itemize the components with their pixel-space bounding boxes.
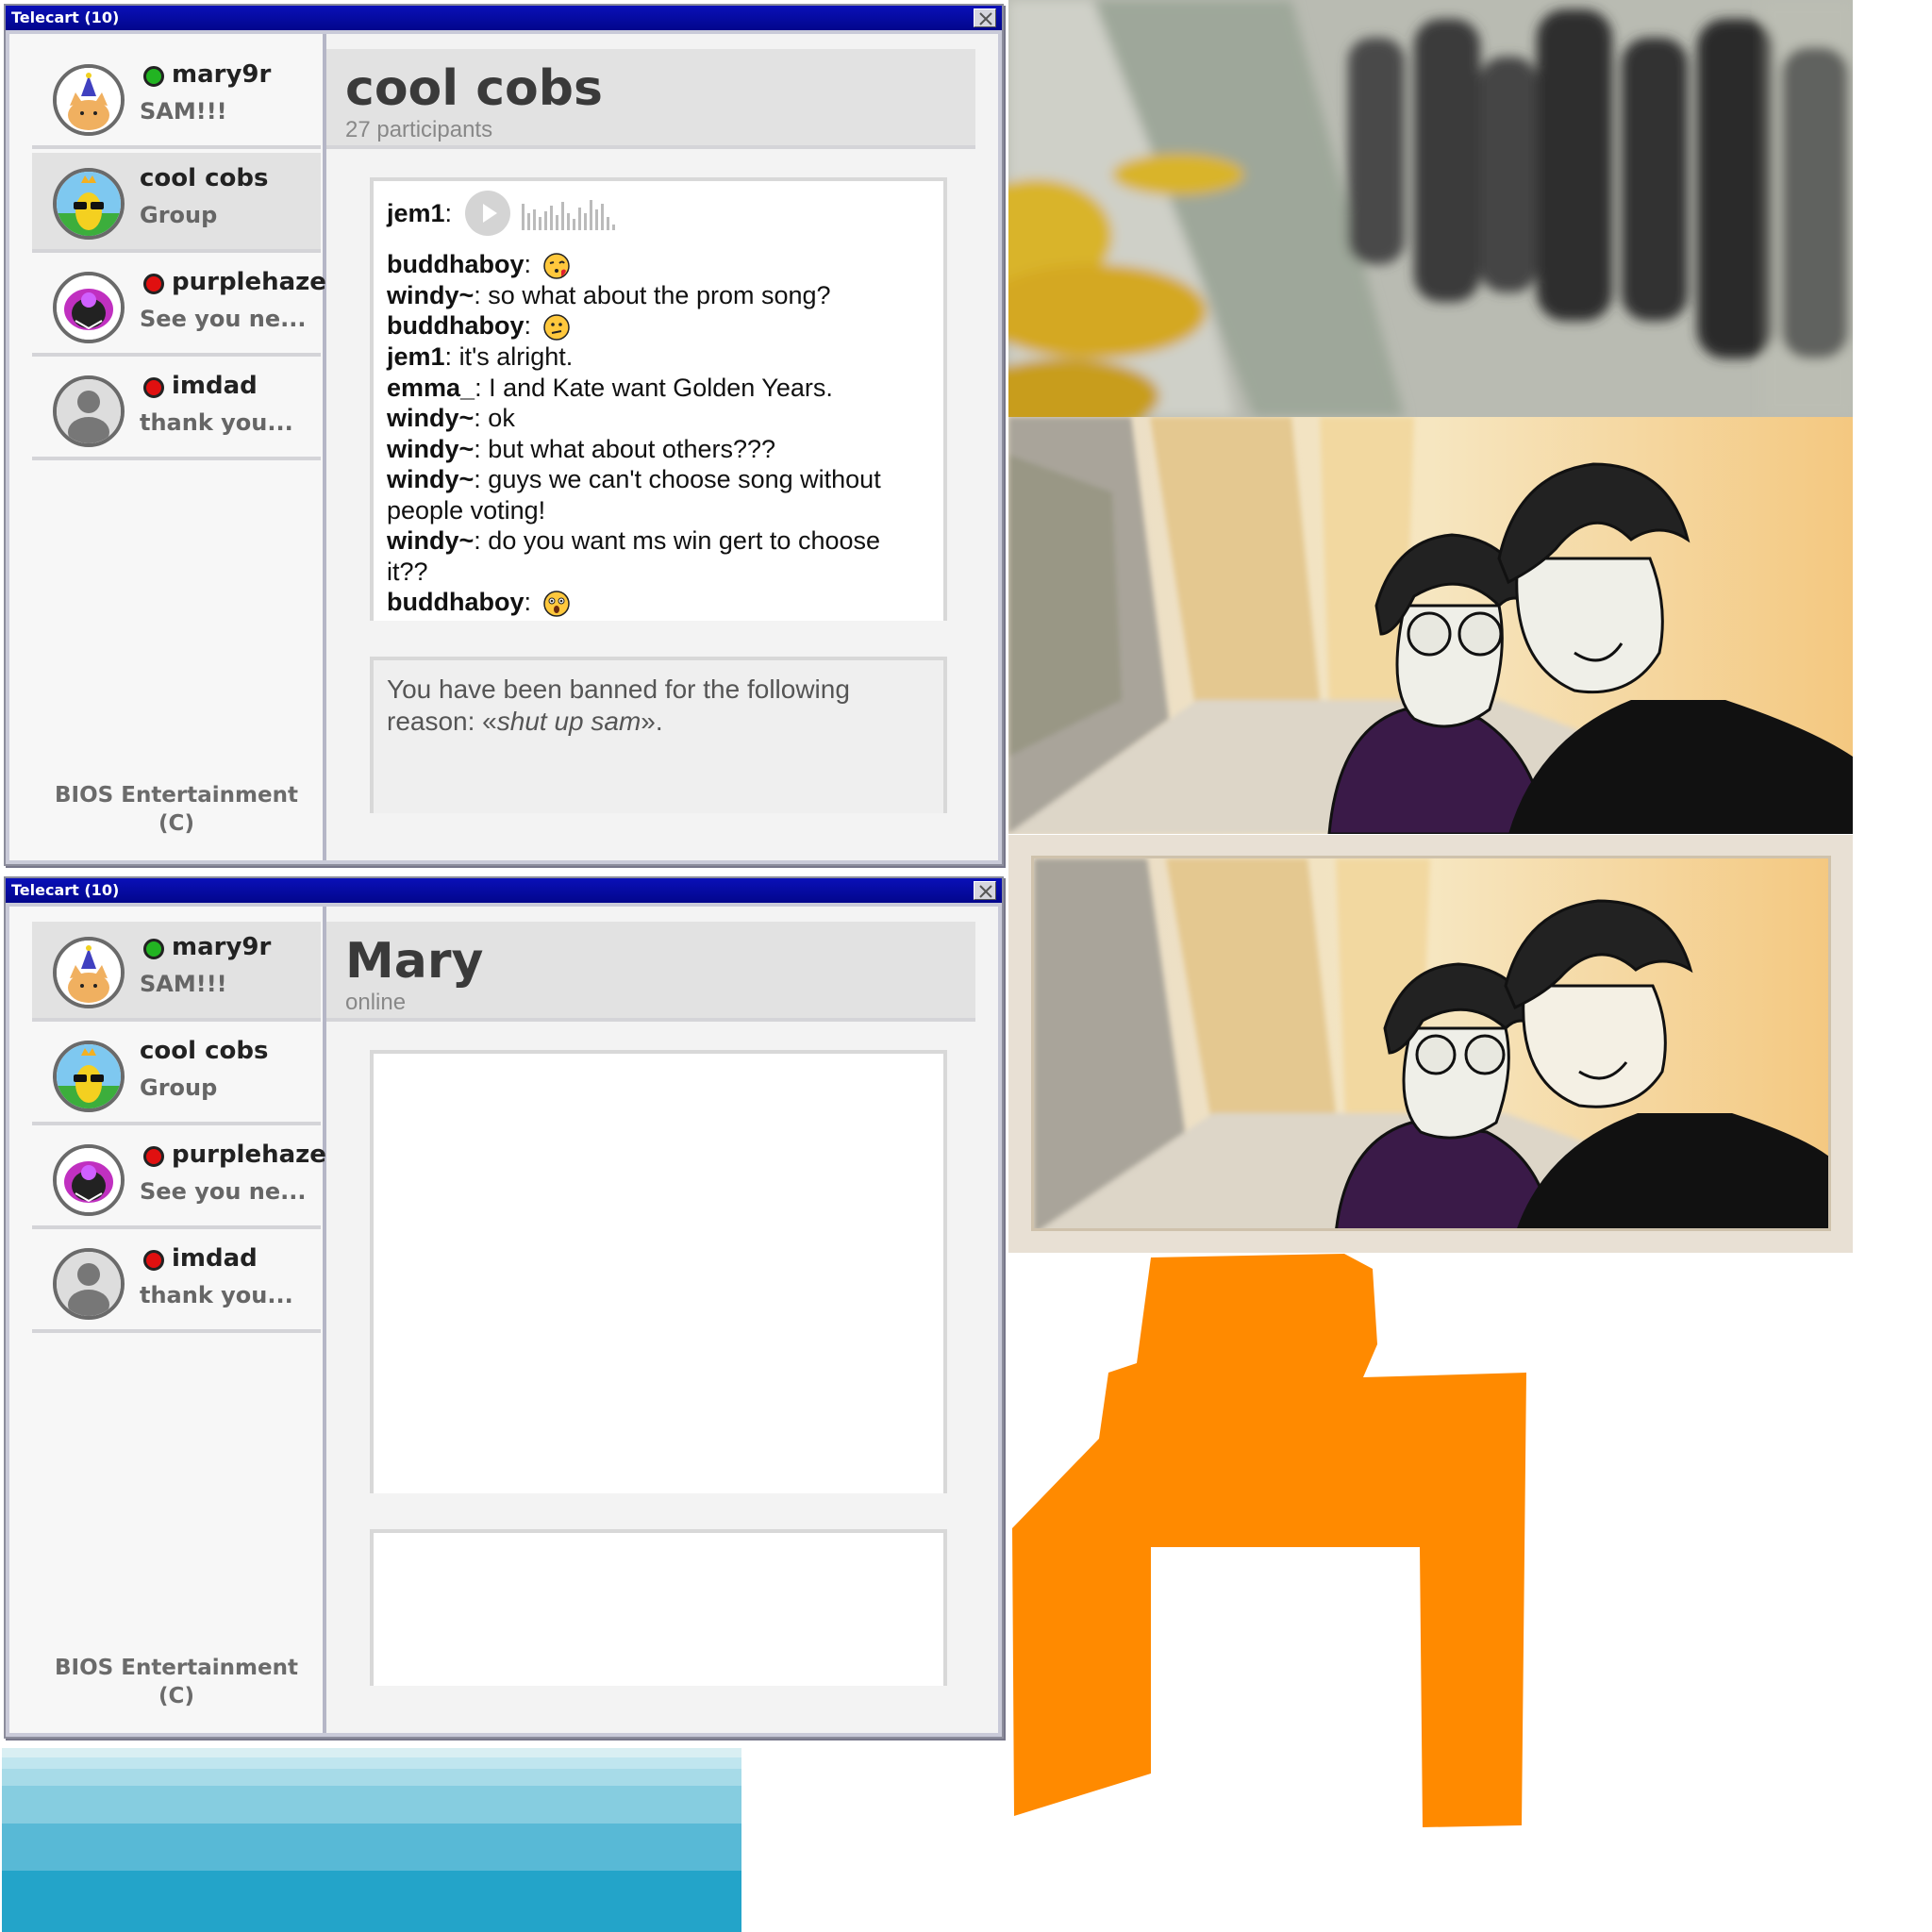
message: buddhaboy:: [387, 587, 924, 618]
couple-street-illustration: [1008, 417, 1853, 834]
window-title[interactable]: Telecart (10): [6, 6, 1002, 30]
contact-preview: See you ne...: [140, 1178, 307, 1205]
message: windy~: but what about others???: [387, 434, 776, 463]
chat-pane: Mary online: [326, 907, 998, 1733]
contact-preview: Group: [140, 1074, 218, 1101]
busy-status-icon: [143, 274, 164, 294]
contact-purplehaze[interactable]: purplehaze See you ne...: [32, 257, 326, 357]
contact-sidebar: mary9r SAM!!! cool cobs Group purplehaze…: [9, 907, 326, 1733]
close-button[interactable]: [974, 881, 996, 900]
footer-credit: BIOS Entertainment (C): [55, 783, 298, 836]
fox-party-hat-avatar: [53, 64, 125, 136]
message: windy~: do you want ms win gert to choos…: [387, 526, 881, 586]
close-button[interactable]: [974, 8, 996, 27]
contact-preview: thank you...: [140, 409, 293, 436]
chat-pane: cool cobs 27 participants jem1: buddhabo…: [326, 34, 998, 860]
online-status-icon: [143, 66, 164, 87]
chat-subtitle: online: [345, 990, 407, 1015]
message: emma_: I and Kate want Golden Years.: [387, 373, 833, 402]
message: windy~: guys we can't choose song withou…: [387, 465, 881, 525]
kissing-face-icon: [542, 253, 570, 279]
message: windy~: ok: [387, 404, 515, 433]
message-list[interactable]: [370, 1050, 947, 1493]
close-icon: [979, 885, 992, 898]
contact-preview: SAM!!!: [140, 971, 227, 997]
message-user: jem1: [387, 198, 445, 227]
contact-mary9r[interactable]: mary9r SAM!!!: [32, 922, 321, 1022]
purple-creature-avatar: [53, 1144, 125, 1216]
contact-name: cool cobs: [140, 1037, 269, 1065]
ban-notice: You have been banned for the following r…: [387, 675, 850, 736]
contact-name: mary9r: [172, 60, 272, 89]
contact-imdad[interactable]: imdad thank you...: [32, 1233, 321, 1333]
contact-preview: See you ne...: [140, 306, 307, 332]
ban-reason: shut up sam: [496, 707, 641, 736]
contact-name: imdad: [172, 1244, 258, 1273]
chat-title: Mary: [345, 933, 484, 990]
crowd-sketch-image: [1008, 0, 1853, 417]
contact-name: purplehaze: [172, 268, 326, 296]
contact-name: purplehaze: [172, 1141, 326, 1169]
message-input[interactable]: [370, 1529, 947, 1686]
contact-sidebar: mary9r SAM!!! cool cobs Group purplehaze…: [9, 34, 326, 860]
corn-sunglasses-avatar: [53, 168, 125, 240]
busy-status-icon: [143, 1146, 164, 1167]
chat-subtitle: 27 participants: [345, 117, 493, 142]
contact-mary9r[interactable]: mary9r SAM!!!: [32, 49, 321, 149]
message: jem1:: [387, 189, 924, 238]
contact-imdad[interactable]: imdad thank you...: [32, 360, 321, 460]
contact-preview: Group: [140, 202, 218, 228]
chat-title: cool cobs: [345, 60, 603, 117]
default-user-avatar: [53, 375, 125, 447]
footer-credit: BIOS Entertainment (C): [55, 1656, 298, 1708]
blue-gradient-stripes: [2, 1748, 741, 1932]
waveform-icon: [522, 200, 616, 230]
message: buddhaboy:: [387, 249, 924, 280]
message: jem1: it's alright.: [387, 342, 574, 372]
play-icon: [483, 204, 498, 223]
contact-cool-cobs[interactable]: cool cobs Group: [32, 153, 321, 253]
chat-window-2: Telecart (10) mary9r SAM!!! cool cobs Gr…: [4, 876, 1004, 1739]
purple-creature-avatar: [53, 272, 125, 343]
play-voice-button[interactable]: [465, 191, 511, 236]
window-title[interactable]: Telecart (10): [6, 878, 1002, 903]
astonished-face-icon: [542, 591, 570, 617]
message: buddhaboy:: [387, 310, 924, 341]
chat-window-1: Telecart (10) mary9r SAM!!! cool cobs Gr…: [4, 4, 1004, 866]
message: windy~: so what about the prom song?: [387, 280, 831, 309]
message-input[interactable]: You have been banned for the following r…: [370, 657, 947, 813]
contact-name: imdad: [172, 372, 258, 400]
contact-preview: SAM!!!: [140, 98, 227, 125]
contact-purplehaze[interactable]: purplehaze See you ne...: [32, 1129, 326, 1229]
framed-couple-illustration: [1008, 835, 1853, 1253]
confused-face-icon: [542, 314, 570, 341]
message-list[interactable]: jem1: buddhaboy: windy~: so what about t…: [370, 177, 947, 621]
contact-preview: thank you...: [140, 1282, 293, 1308]
contact-name: mary9r: [172, 933, 272, 961]
corn-sunglasses-avatar: [53, 1041, 125, 1112]
chat-header: Mary online: [326, 922, 975, 1022]
default-user-avatar: [53, 1248, 125, 1320]
busy-status-icon: [143, 1250, 164, 1271]
chat-header: cool cobs 27 participants: [326, 49, 975, 149]
close-icon: [979, 12, 992, 25]
online-status-icon: [143, 939, 164, 959]
contact-cool-cobs[interactable]: cool cobs Group: [32, 1025, 321, 1125]
contact-name: cool cobs: [140, 164, 269, 192]
message-user: buddhaboy: [387, 250, 525, 278]
busy-status-icon: [143, 377, 164, 398]
orange-drawn-shape: [1012, 1254, 1526, 1827]
fox-party-hat-avatar: [53, 937, 125, 1008]
